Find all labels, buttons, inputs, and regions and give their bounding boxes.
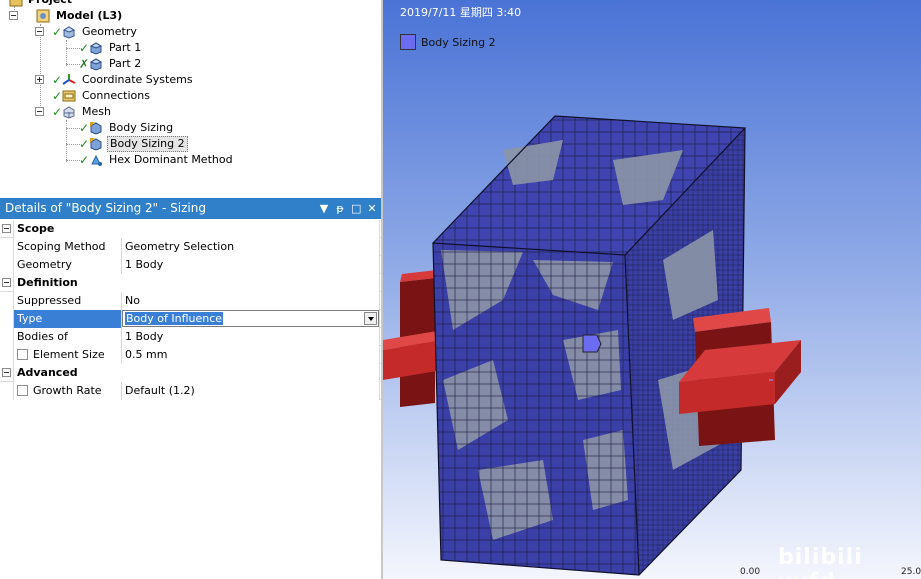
check-icon: ✓ xyxy=(79,153,90,167)
tree-item-coordinate-systems[interactable]: ✓ Coordinate Systems xyxy=(0,72,220,88)
check-icon: ✓ xyxy=(79,121,90,135)
property-row-element-size[interactable]: Element Size 0.5 mm xyxy=(0,346,381,364)
details-title: Details of "Body Sizing 2" - Sizing xyxy=(5,201,206,215)
mesh-scene xyxy=(383,115,801,576)
chevron-down-icon[interactable] xyxy=(364,312,377,325)
property-value[interactable]: No xyxy=(122,292,380,310)
part-icon xyxy=(89,57,103,71)
parameter-checkbox[interactable] xyxy=(17,385,28,396)
details-header: Details of "Body Sizing 2" - Sizing ▼ ᵽ … xyxy=(0,198,381,219)
tree-label-hex-dominant-method: Hex Dominant Method xyxy=(109,153,233,166)
details-grid: Scope Scoping Method Geometry Selection … xyxy=(0,220,381,400)
collapse-toggle[interactable] xyxy=(35,27,44,36)
watermark-text: bilibili xyfd xyxy=(778,545,863,579)
tree-label-geometry: Geometry xyxy=(82,25,137,38)
details-panel: Details of "Body Sizing 2" - Sizing ▼ ᵽ … xyxy=(0,198,381,579)
tree-item-project[interactable]: Project xyxy=(0,0,200,8)
collapse-toggle[interactable] xyxy=(2,278,11,287)
selection-marker xyxy=(582,334,602,353)
check-icon: ✓ xyxy=(52,89,63,103)
project-icon xyxy=(9,0,23,7)
body-sizing-icon xyxy=(89,121,103,135)
check-icon: ✓ xyxy=(52,73,63,87)
timestamp: 2019/7/11 星期四 3:40 xyxy=(400,6,522,19)
tree-item-model[interactable]: Model (L3) xyxy=(0,8,200,24)
tree-label-coordinate-systems: Coordinate Systems xyxy=(82,73,193,86)
property-row-type[interactable]: Type Body of Influence xyxy=(0,310,381,328)
part-icon xyxy=(89,41,103,55)
tree-item-mesh[interactable]: ✓ Mesh xyxy=(0,104,200,120)
tree-label-model: Model (L3) xyxy=(56,9,123,22)
check-icon: ✓ xyxy=(79,41,90,55)
property-label: Growth Rate xyxy=(33,384,102,397)
legend-label: Body Sizing 2 xyxy=(421,36,496,49)
close-icon[interactable]: ✕ xyxy=(367,202,377,215)
property-label: Suppressed xyxy=(13,292,122,310)
property-label: Bodies of Influence xyxy=(13,328,122,360)
geometry-icon xyxy=(62,25,76,39)
property-row-growth-rate[interactable]: Growth Rate Default (1.2) xyxy=(0,382,381,400)
tree-item-connections[interactable]: ✓ Connections xyxy=(0,88,200,104)
outline-tree: Project Model (L3) ✓ Geometry ✓ Part 1 ✗… xyxy=(0,0,381,196)
tree-label-project: Project xyxy=(28,0,72,8)
category-label: Advanced xyxy=(13,364,380,382)
tree-label-part-1: Part 1 xyxy=(109,41,142,54)
coordinate-axes-icon xyxy=(62,73,76,87)
tree-item-part-2[interactable]: ✗ Part 2 xyxy=(0,56,200,72)
model-icon xyxy=(36,9,50,23)
property-row-bodies-of-influence[interactable]: Bodies of Influence 1 Body xyxy=(0,328,381,360)
check-icon: ✓ xyxy=(52,105,63,119)
dropdown-arrow-icon[interactable]: ▼ xyxy=(319,202,329,215)
type-select[interactable]: Body of Influence xyxy=(122,310,380,328)
scale-label-left: 0.00 xyxy=(740,567,761,577)
property-value[interactable]: Default (1.2) xyxy=(122,382,380,400)
property-row-suppressed[interactable]: Suppressed No xyxy=(0,292,381,310)
tree-item-geometry[interactable]: ✓ Geometry xyxy=(0,24,200,40)
connections-icon xyxy=(62,89,76,103)
hex-method-icon xyxy=(89,153,103,167)
property-value[interactable]: 1 Body xyxy=(122,328,380,346)
category-scope[interactable]: Scope xyxy=(0,220,381,238)
tree-label-connections: Connections xyxy=(82,89,150,102)
property-label: Scoping Method xyxy=(13,238,122,256)
property-value[interactable]: 1 Body xyxy=(122,256,380,274)
parameter-checkbox[interactable] xyxy=(17,349,28,360)
legend-swatch xyxy=(400,34,416,50)
category-label: Scope xyxy=(13,220,380,238)
property-row-geometry[interactable]: Geometry 1 Body xyxy=(0,256,381,274)
check-x-icon: ✗ xyxy=(79,57,90,71)
tree-label-mesh: Mesh xyxy=(82,105,111,118)
property-label: Geometry xyxy=(13,256,122,274)
tree-label-body-sizing-2: Body Sizing 2 xyxy=(107,136,188,152)
category-label: Definition xyxy=(13,274,380,292)
tree-item-part-1[interactable]: ✓ Part 1 xyxy=(0,40,200,56)
body-sizing-icon xyxy=(89,137,103,151)
tree-item-body-sizing[interactable]: ✓ Body Sizing xyxy=(0,120,200,136)
property-value[interactable]: Geometry Selection xyxy=(122,238,380,256)
tree-label-part-2: Part 2 xyxy=(109,57,142,70)
property-label: Element Size xyxy=(33,348,105,361)
collapse-toggle[interactable] xyxy=(35,107,44,116)
tree-label-body-sizing: Body Sizing xyxy=(109,121,174,134)
property-value[interactable]: 0.5 mm xyxy=(122,346,380,364)
maximize-icon[interactable]: □ xyxy=(351,202,361,215)
collapse-toggle[interactable] xyxy=(9,11,18,20)
check-icon: ✓ xyxy=(79,137,90,151)
tree-item-body-sizing-2[interactable]: ✓ Body Sizing 2 xyxy=(0,136,200,152)
category-definition[interactable]: Definition xyxy=(0,274,381,292)
type-select-value: Body of Influence xyxy=(125,312,224,325)
collapse-toggle[interactable] xyxy=(2,224,11,233)
tree-item-hex-dominant-method[interactable]: ✓ Hex Dominant Method xyxy=(0,152,233,168)
check-icon: ✓ xyxy=(52,25,63,39)
category-advanced[interactable]: Advanced xyxy=(0,364,381,382)
property-row-scoping-method[interactable]: Scoping Method Geometry Selection xyxy=(0,238,381,256)
mesh-icon xyxy=(62,105,76,119)
property-label: Type xyxy=(13,310,122,328)
pin-icon[interactable]: ᵽ xyxy=(335,202,345,215)
collapse-toggle[interactable] xyxy=(2,368,11,377)
graphics-viewport[interactable]: 2019/7/11 星期四 3:40 Body Sizing 2 0.00 25… xyxy=(383,0,921,579)
expand-toggle[interactable] xyxy=(35,75,44,84)
